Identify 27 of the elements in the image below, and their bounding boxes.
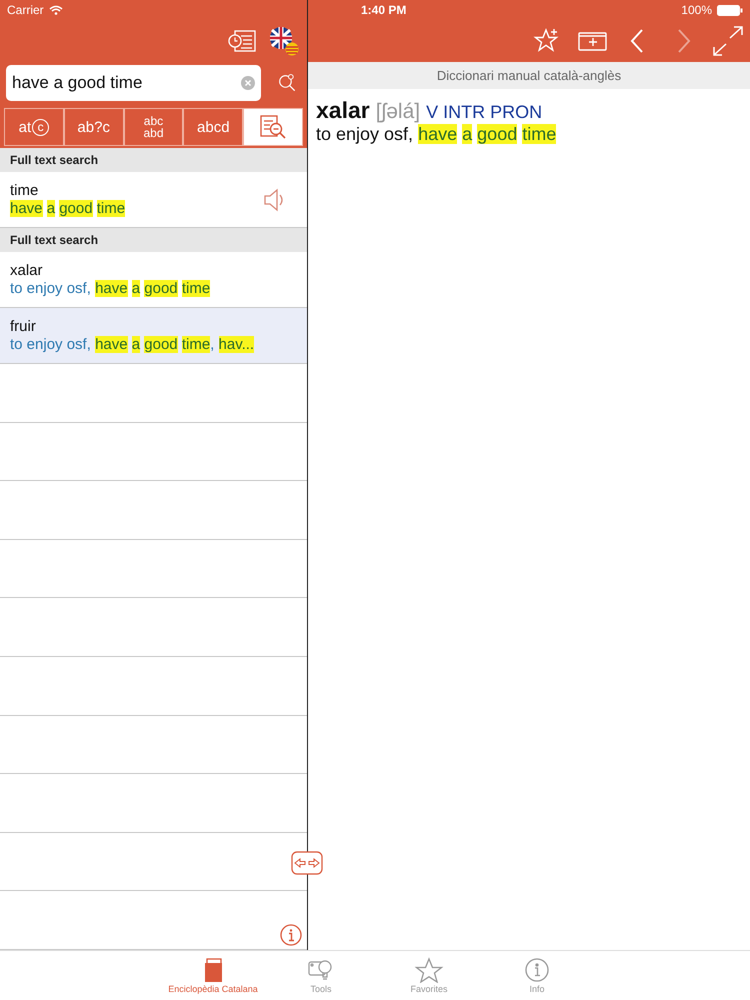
star-icon xyxy=(414,957,444,983)
pronunciation: [ʃəlá] xyxy=(376,100,420,124)
wifi-icon xyxy=(48,5,63,15)
fulltext-search-button[interactable] xyxy=(243,108,303,146)
expand-icon[interactable] xyxy=(712,26,744,56)
section-header: Full text search xyxy=(0,228,307,252)
text-search-button[interactable]: ab?c xyxy=(64,108,124,146)
document-search-icon xyxy=(259,114,288,140)
clock-label: 1:40 PM xyxy=(361,3,406,17)
headword: fruir xyxy=(10,318,37,336)
fuzzy-search-button[interactable]: abc abd xyxy=(124,108,184,146)
flag-icon[interactable] xyxy=(269,26,299,56)
carrier-label: Carrier xyxy=(7,3,44,17)
battery-label: 100% xyxy=(681,3,712,17)
battery-icon xyxy=(717,4,743,16)
headword: xalar xyxy=(10,262,44,280)
history-list-icon[interactable] xyxy=(227,29,257,53)
magnify-letter-search-button[interactable]: at c xyxy=(4,108,64,146)
anagram-search-button[interactable]: abcd xyxy=(183,108,244,146)
headword: time xyxy=(10,182,40,199)
info-icon[interactable] xyxy=(280,924,302,946)
search-field[interactable]: have a good time xyxy=(6,65,261,101)
section-header: Full text search xyxy=(0,148,307,172)
split-resize-handle[interactable] xyxy=(291,851,323,875)
grammar-label: V INTR PRON xyxy=(426,102,542,123)
dictionary-title: Diccionari manual català-anglès xyxy=(308,62,750,89)
entry-headword: xalar xyxy=(316,97,370,124)
